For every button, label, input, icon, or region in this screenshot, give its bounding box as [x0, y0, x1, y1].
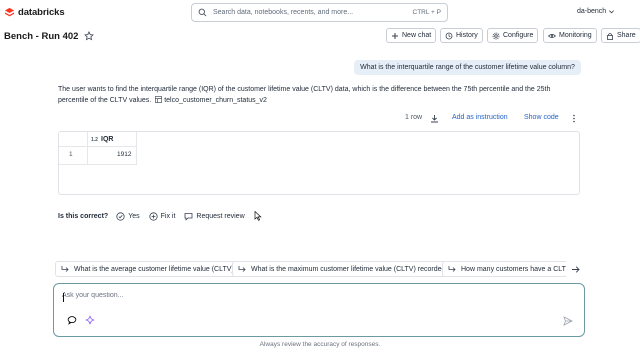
new-chat-button[interactable]: New chat — [386, 28, 437, 43]
result-table: 1.2 IQR 1 1912 — [58, 131, 580, 195]
gear-icon — [492, 32, 500, 39]
suggestion-chip[interactable]: How many customers have a CLTV g — [442, 261, 577, 277]
fix-it-label: Fix it — [160, 213, 176, 220]
suggestion-text: How many customers have a CLTV g — [461, 265, 577, 273]
yes-button[interactable]: Yes — [116, 212, 140, 221]
numeric-type-icon: 1.2 — [91, 137, 98, 143]
suggested-questions: What is the average customer lifetime va… — [55, 261, 585, 277]
table-icon — [155, 96, 163, 103]
download-button[interactable] — [430, 114, 439, 123]
configure-button[interactable]: Configure — [487, 28, 539, 43]
search-icon — [198, 8, 207, 17]
assistant-answer: The user wants to find the interquartile… — [58, 84, 598, 106]
databricks-logo[interactable]: databricks — [4, 7, 65, 18]
suggestion-chip[interactable]: What is the maximum customer lifetime va… — [232, 261, 456, 277]
chat-bubble-icon[interactable] — [67, 315, 77, 325]
monitoring-label: Monitoring — [559, 32, 592, 39]
lock-icon — [607, 32, 613, 40]
column-divider — [87, 132, 88, 165]
svg-text:1.2: 1.2 — [91, 137, 98, 143]
history-icon — [445, 32, 453, 39]
arrow-return-icon — [238, 266, 246, 272]
request-review-button[interactable]: Request review — [184, 212, 245, 221]
feedback-bar: Is this correct? Yes Fix it Request revi… — [58, 211, 254, 222]
suggestions-next-button[interactable] — [566, 261, 584, 277]
star-favorite-icon[interactable] — [84, 31, 94, 41]
page-title: Bench - Run 402 — [4, 31, 79, 42]
yes-label: Yes — [128, 213, 140, 220]
column-divider — [136, 132, 137, 165]
sparkle-plus-icon — [149, 212, 158, 221]
header-divider — [59, 146, 136, 147]
brand-name: databricks — [18, 7, 65, 18]
top-bar: databricks Search data, notebooks, recen… — [0, 0, 640, 26]
suggestion-text: What is the maximum customer lifetime va… — [251, 265, 450, 273]
feedback-question: Is this correct? — [58, 213, 109, 220]
column-header-iqr[interactable]: 1.2 IQR — [91, 135, 114, 144]
check-circle-icon — [116, 212, 125, 221]
history-button[interactable]: History — [440, 28, 483, 43]
table-cell-iqr: 1912 — [117, 151, 132, 158]
arrow-return-icon — [61, 266, 69, 272]
plus-icon — [392, 32, 398, 39]
more-options-button[interactable] — [571, 114, 577, 123]
global-search-input[interactable]: Search data, notebooks, recents, and mor… — [191, 3, 448, 22]
monitoring-button[interactable]: Monitoring — [543, 28, 597, 43]
fix-it-button[interactable]: Fix it — [149, 212, 176, 221]
history-label: History — [456, 32, 478, 39]
configure-label: Configure — [503, 32, 534, 39]
answer-text-1: The user wants to find the interquartile… — [58, 86, 551, 93]
search-shortcut: CTRL + P — [412, 9, 441, 16]
add-as-instruction-button[interactable]: Add as instruction — [452, 114, 508, 121]
download-icon — [431, 115, 438, 123]
disclaimer-text: Always review the accuracy of responses. — [259, 341, 381, 348]
workspace-name: da-bench — [577, 8, 607, 15]
kebab-menu-icon — [573, 114, 575, 123]
show-code-button[interactable]: Show code — [524, 114, 559, 121]
share-button[interactable]: Share — [601, 28, 640, 43]
column-header-label: IQR — [101, 135, 114, 143]
send-icon[interactable] — [563, 316, 573, 326]
eye-icon — [548, 33, 556, 38]
table-reference-link[interactable]: telco_customer_churn_status_v2 — [164, 97, 267, 104]
workspace-menu[interactable]: da-bench — [577, 8, 615, 15]
search-placeholder: Search data, notebooks, recents, and mor… — [213, 9, 354, 16]
databricks-logo-icon — [4, 7, 15, 17]
chat-composer — [53, 283, 585, 337]
share-label: Share — [617, 32, 636, 39]
chevron-down-icon — [609, 10, 615, 14]
comment-icon — [184, 213, 193, 221]
text-caret — [63, 293, 64, 302]
row-count: 1 row — [405, 114, 423, 121]
arrow-right-icon — [571, 265, 580, 273]
suggestion-chip[interactable]: What is the average customer lifetime va… — [55, 261, 244, 277]
request-review-label: Request review — [196, 213, 245, 220]
sparkle-icon[interactable] — [85, 315, 95, 325]
row-index: 1 — [69, 151, 73, 158]
mouse-cursor-icon — [254, 211, 262, 221]
suggestion-text: What is the average customer lifetime va… — [74, 265, 238, 273]
arrow-return-icon — [448, 266, 456, 272]
page-header: Bench - Run 402 New chat History Configu… — [0, 26, 640, 48]
user-question-bubble: What is the interquartile range of the c… — [354, 60, 581, 75]
answer-text-2: percentile of the CLTV values. — [58, 97, 152, 104]
new-chat-label: New chat — [402, 32, 432, 39]
row-divider — [59, 164, 136, 165]
ask-question-input[interactable] — [62, 292, 542, 299]
